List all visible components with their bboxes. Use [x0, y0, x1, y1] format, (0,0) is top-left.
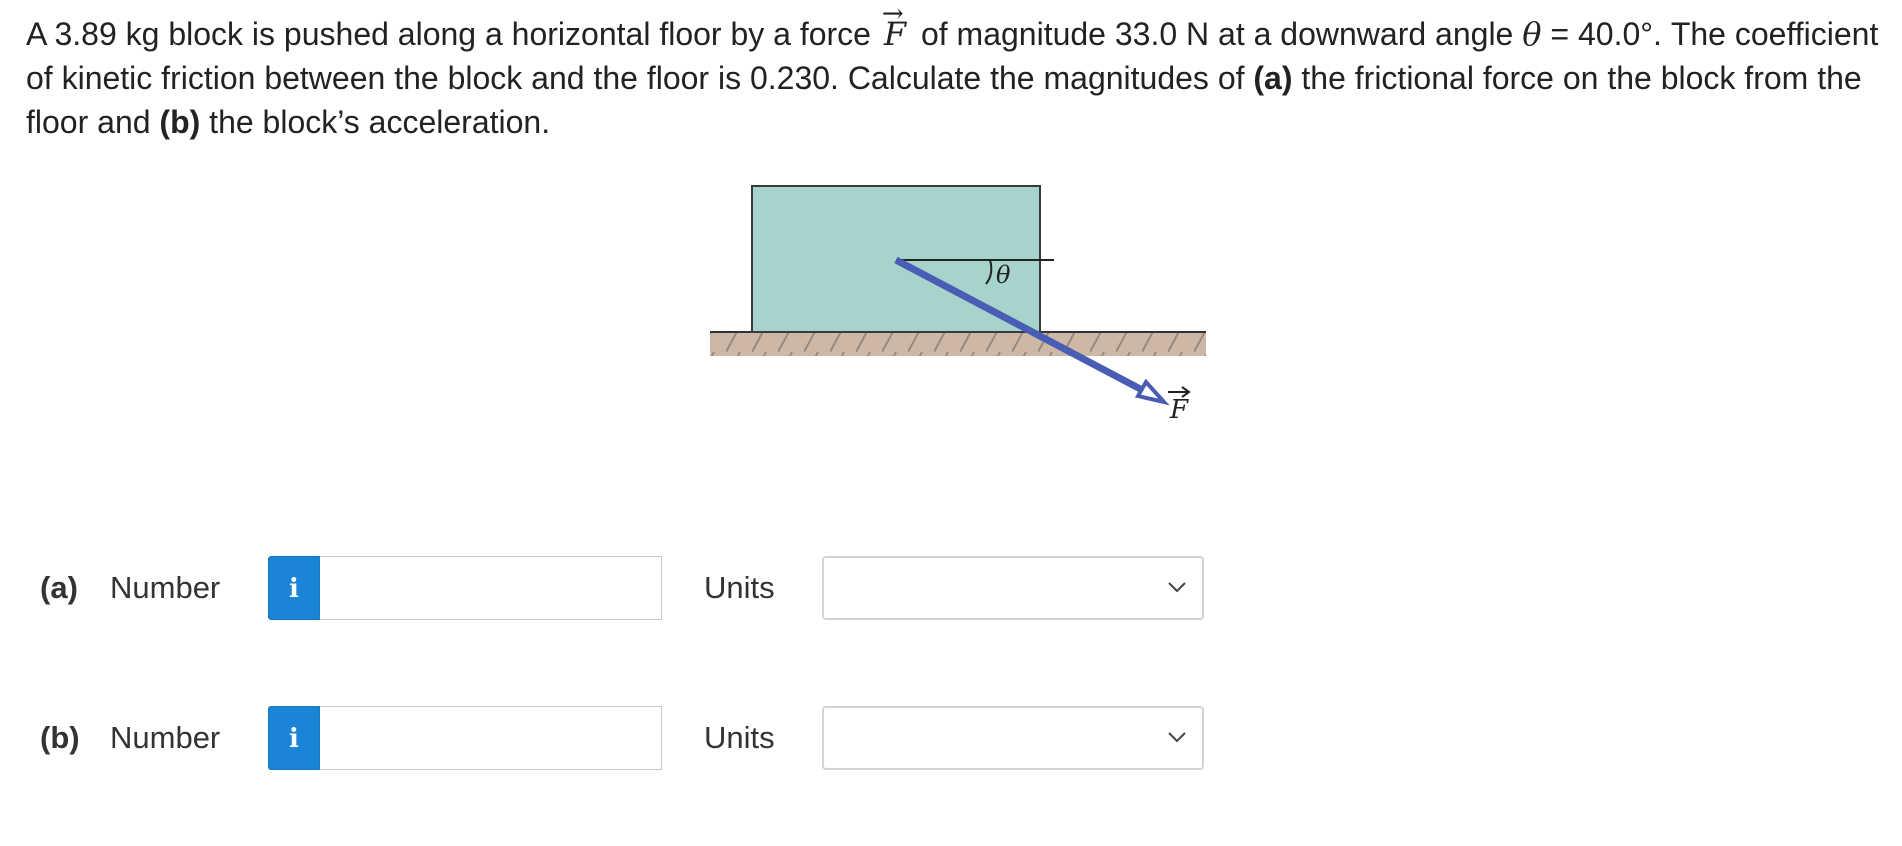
number-input-b[interactable] — [320, 706, 662, 770]
units-select-b[interactable] — [822, 706, 1204, 770]
info-icon: i — [289, 574, 299, 604]
part-b-marker: (b) — [159, 104, 201, 140]
part-label-b: (b) — [40, 720, 80, 755]
info-icon: i — [289, 724, 299, 754]
block-diagram-svg: θ F — [710, 185, 1206, 425]
units-label-a: Units — [704, 570, 775, 605]
chevron-down-icon — [1168, 732, 1186, 743]
units-label-b: Units — [704, 720, 775, 755]
problem-text-5: the block’s acceleration. — [209, 104, 551, 140]
vector-arrow-icon: → — [881, 0, 904, 29]
problem-text-1: A 3.89 kg block is pushed along a horizo… — [26, 16, 871, 52]
info-button-a[interactable]: i — [268, 556, 320, 620]
block-diagram: θ F — [700, 170, 1240, 430]
force-label: F — [1169, 395, 1189, 425]
number-input-a[interactable] — [320, 556, 662, 620]
number-label-b: Number — [110, 720, 221, 755]
part-a-marker: (a) — [1253, 60, 1293, 96]
part-label-a: (a) — [40, 570, 78, 605]
problem-text-2: of magnitude 33.0 N at a downward angle — [920, 16, 1514, 52]
force-vector-symbol: → F — [880, 0, 912, 56]
answer-row-a: (a) Number i Units — [40, 556, 1240, 622]
problem-statement: A 3.89 kg block is pushed along a horizo… — [26, 0, 1886, 144]
number-label-a: Number — [110, 570, 221, 605]
theta-symbol: θ — [1522, 15, 1542, 53]
info-button-b[interactable]: i — [268, 706, 320, 770]
force-arrowhead-icon — [1134, 378, 1170, 406]
chevron-down-icon — [1168, 582, 1186, 593]
answer-row-b: (b) Number i Units — [40, 706, 1240, 772]
units-select-a[interactable] — [822, 556, 1204, 620]
floor-hatching — [710, 332, 1206, 356]
theta-label: θ — [996, 261, 1011, 289]
